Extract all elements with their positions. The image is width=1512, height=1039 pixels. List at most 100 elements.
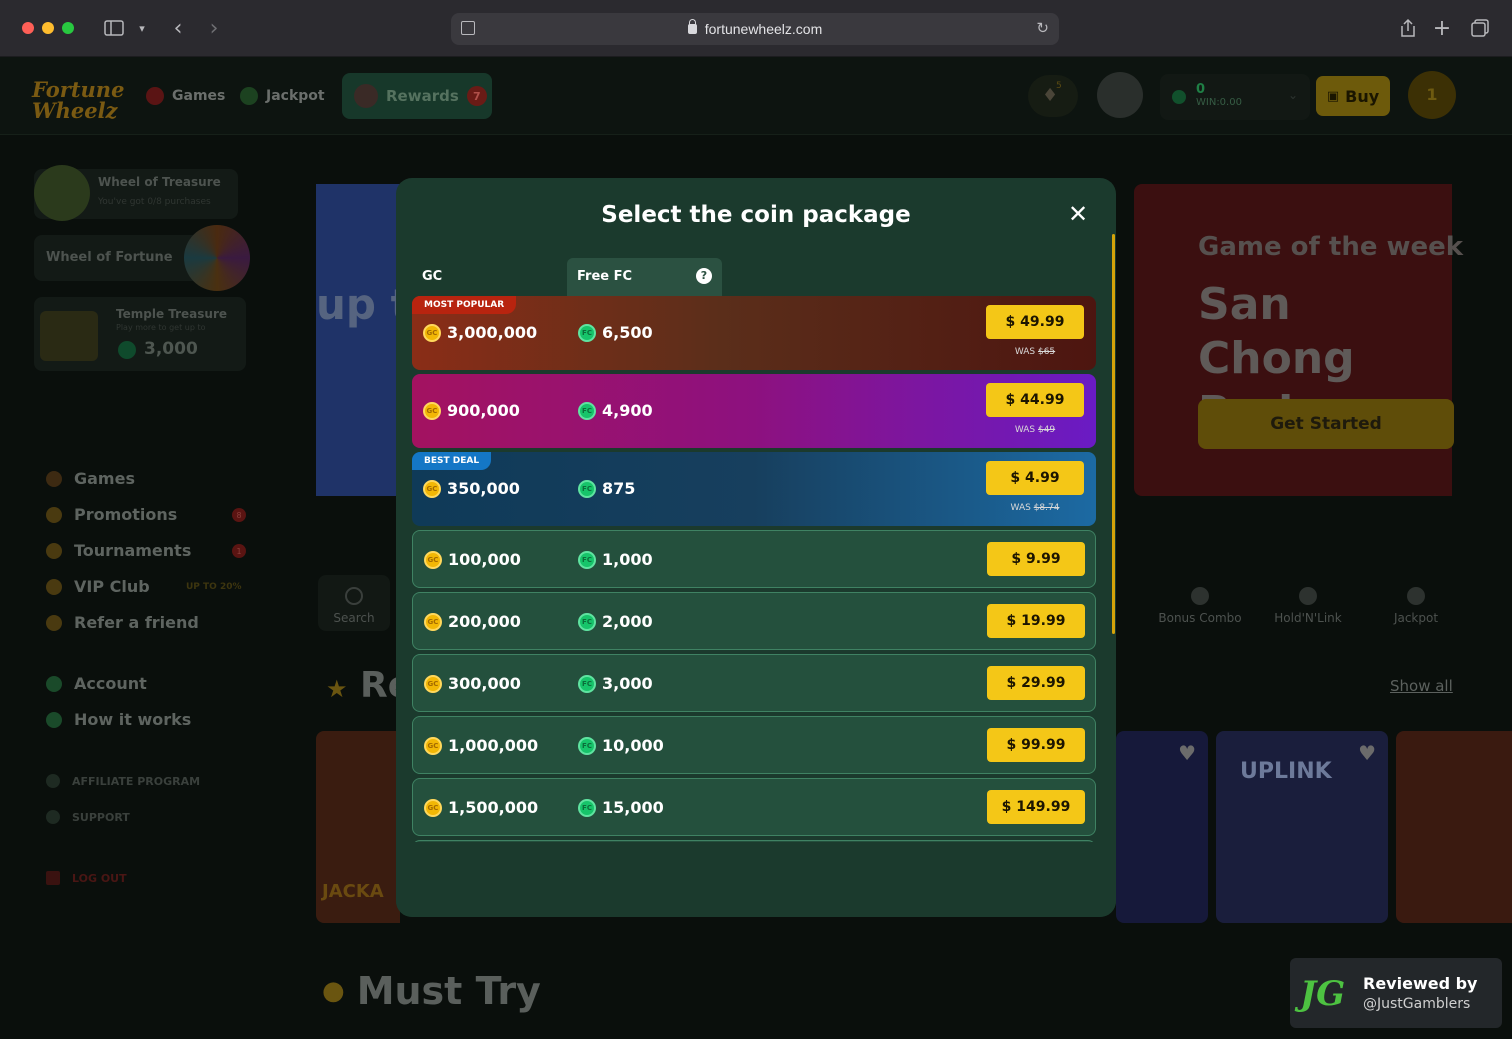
price-button[interactable]: $ 9.99 [987, 542, 1085, 576]
tab-overview-icon[interactable] [1468, 14, 1492, 42]
package-row[interactable]: GC 1,500,000 FC 15,000 $ 149.99 [412, 778, 1096, 836]
search-category[interactable]: Search [318, 575, 390, 631]
rewards-count-badge: 7 [466, 86, 487, 106]
sidebar-item-account[interactable]: Account [46, 674, 147, 693]
share-icon[interactable] [1398, 14, 1418, 42]
temple-treasure-card[interactable]: Temple Treasure Play more to get up to 3… [34, 297, 246, 371]
heart-icon[interactable]: ♥ [1178, 741, 1196, 765]
gc-amount: GC 3,000,000 [423, 323, 537, 342]
wheel-of-fortune-card[interactable]: Wheel of Fortune [34, 225, 250, 291]
sidebar-item-support[interactable]: SUPPORT [46, 810, 130, 824]
address-bar[interactable]: fortunewheelz.com ↻ [451, 13, 1059, 45]
sidebar-item-how-it-works[interactable]: How it works [46, 710, 191, 729]
category-jackpot[interactable]: Jackpot [1362, 575, 1470, 631]
price-button[interactable]: $ 149.99 [987, 790, 1085, 824]
gc-value: 100,000 [448, 550, 521, 569]
price-button[interactable]: $ 29.99 [987, 666, 1085, 700]
package-row[interactable]: GC 100,000 FC 1,000 $ 9.99 [412, 530, 1096, 588]
game-tile-partial[interactable] [1396, 731, 1512, 923]
package-row[interactable]: MOST POPULAR GC 3,000,000 FC 6,500 $ 49.… [412, 296, 1096, 370]
gc-amount: GC 900,000 [423, 401, 520, 420]
sidebar-item-label: Tournaments [74, 541, 192, 560]
nav-rewards[interactable]: Rewards 7 [342, 73, 492, 119]
price-button[interactable]: $ 4.99 [986, 461, 1084, 495]
gc-value: 1,000,000 [448, 736, 539, 755]
sidebar-item-games[interactable]: Games [46, 469, 135, 488]
fc-coin-icon [118, 341, 136, 359]
gc-coin-icon: GC [424, 550, 442, 569]
zoom-window-button[interactable] [62, 22, 74, 34]
sidebar-item-label: Promotions [74, 505, 178, 524]
scrollbar[interactable] [1112, 234, 1115, 634]
price-button[interactable]: $ 99.99 [987, 728, 1085, 762]
heart-icon[interactable]: ♥ [1358, 741, 1376, 765]
sidebar-item-label: VIP Club [74, 577, 150, 596]
price-button[interactable]: $ 44.99 [986, 383, 1084, 417]
sidebar-item-label: Games [74, 469, 135, 488]
gc-coin-icon: GC [424, 798, 442, 817]
sidebar-item-logout[interactable]: LOG OUT [46, 871, 127, 885]
category-hold-n-link[interactable]: Hold'N'Link [1254, 575, 1362, 631]
clover-icon [240, 87, 258, 105]
was-value: $65 [1037, 347, 1056, 357]
wallet-selector[interactable]: 0 WIN:0.00 ⌄ [1160, 74, 1310, 120]
package-row[interactable]: GC 1,000,000 FC 10,000 $ 99.99 [412, 716, 1096, 774]
logo-line-1: Fortune [32, 77, 125, 102]
was-value: $49 [1037, 425, 1056, 435]
nav-jackpot[interactable]: Jackpot [240, 87, 325, 105]
was-label: WAS [1014, 425, 1036, 435]
game-tile-jackal[interactable]: JACKA [316, 731, 400, 923]
gc-value: 300,000 [448, 674, 521, 693]
close-icon[interactable]: ✕ [1064, 200, 1092, 228]
browser-toolbar: ▾ ‹ › fortunewheelz.com ↻ + [0, 0, 1512, 57]
package-row[interactable]: GC 200,000 FC 2,000 $ 19.99 [412, 592, 1096, 650]
fc-value: 6,500 [602, 323, 653, 342]
tournaments-badge: 1 [232, 544, 246, 558]
search-label: Search [333, 611, 375, 625]
site-logo[interactable]: Fortune Wheelz [32, 79, 124, 121]
nav-games[interactable]: Games [146, 87, 225, 105]
sidebar-item-vip-club[interactable]: VIP Club [46, 577, 150, 596]
temple-treasure-value: 3,000 [144, 339, 198, 359]
reward-chest-icon [354, 84, 378, 108]
crown-icon [46, 578, 62, 595]
sidebar-item-label: SUPPORT [72, 810, 130, 824]
game-tile-lucky-7[interactable]: ♥ [1116, 731, 1208, 923]
sidebar-item-promotions[interactable]: Promotions [46, 505, 177, 524]
sidebar-item-label: Refer a friend [74, 613, 199, 632]
sidebar-item-affiliate[interactable]: AFFILIATE PROGRAM [46, 774, 200, 788]
category-bonus-combo[interactable]: Bonus Combo [1146, 575, 1254, 631]
new-tab-icon[interactable]: + [1432, 14, 1452, 42]
support-icon [46, 810, 60, 824]
get-started-button[interactable]: Get Started [1198, 399, 1454, 449]
back-icon[interactable]: ‹ [168, 14, 188, 42]
fc-column-header: Free FC ? [567, 258, 722, 296]
buy-button[interactable]: ▣ Buy [1316, 76, 1390, 116]
reviewed-by-label: Reviewed by [1363, 974, 1478, 993]
help-icon[interactable]: ? [696, 268, 712, 284]
reviewer-handle: @JustGamblers [1363, 996, 1471, 1012]
price-button[interactable]: $ 49.99 [986, 305, 1084, 339]
sidebar-toggle-icon[interactable] [102, 14, 126, 42]
minimize-window-button[interactable] [42, 22, 54, 34]
price-button[interactable]: $ 19.99 [987, 604, 1085, 638]
package-row[interactable]: GC 900,000 FC 4,900 $ 44.99 WAS $49 [412, 374, 1096, 448]
package-row[interactable]: BEST DEAL GC 350,000 FC 875 $ 4.99 WAS $… [412, 452, 1096, 526]
wheel-of-treasure-card[interactable]: Wheel of Treasure You've got 0/8 purchas… [34, 165, 238, 221]
vip-tag: UP TO 20% [186, 582, 242, 592]
fc-amount: FC 875 [578, 479, 635, 498]
show-all-link[interactable]: Show all [1390, 677, 1453, 695]
level-badge[interactable]: 1 [1408, 71, 1456, 119]
reload-icon[interactable]: ↻ [1036, 19, 1049, 37]
chevron-down-icon[interactable]: ▾ [134, 14, 150, 42]
notifications-button[interactable]: ♦ 5 [1028, 75, 1078, 117]
game-tile-uplink[interactable]: UPLINK ♥ [1216, 731, 1388, 923]
fc-value: 15,000 [602, 798, 664, 817]
package-row[interactable]: GC 300,000 FC 3,000 $ 29.99 [412, 654, 1096, 712]
page-menu-icon[interactable] [461, 21, 475, 35]
close-window-button[interactable] [22, 22, 34, 34]
forward-icon[interactable]: › [204, 14, 224, 42]
sidebar-item-refer[interactable]: Refer a friend [46, 613, 199, 632]
avatar[interactable] [1097, 72, 1143, 118]
sidebar-item-tournaments[interactable]: Tournaments [46, 541, 191, 560]
